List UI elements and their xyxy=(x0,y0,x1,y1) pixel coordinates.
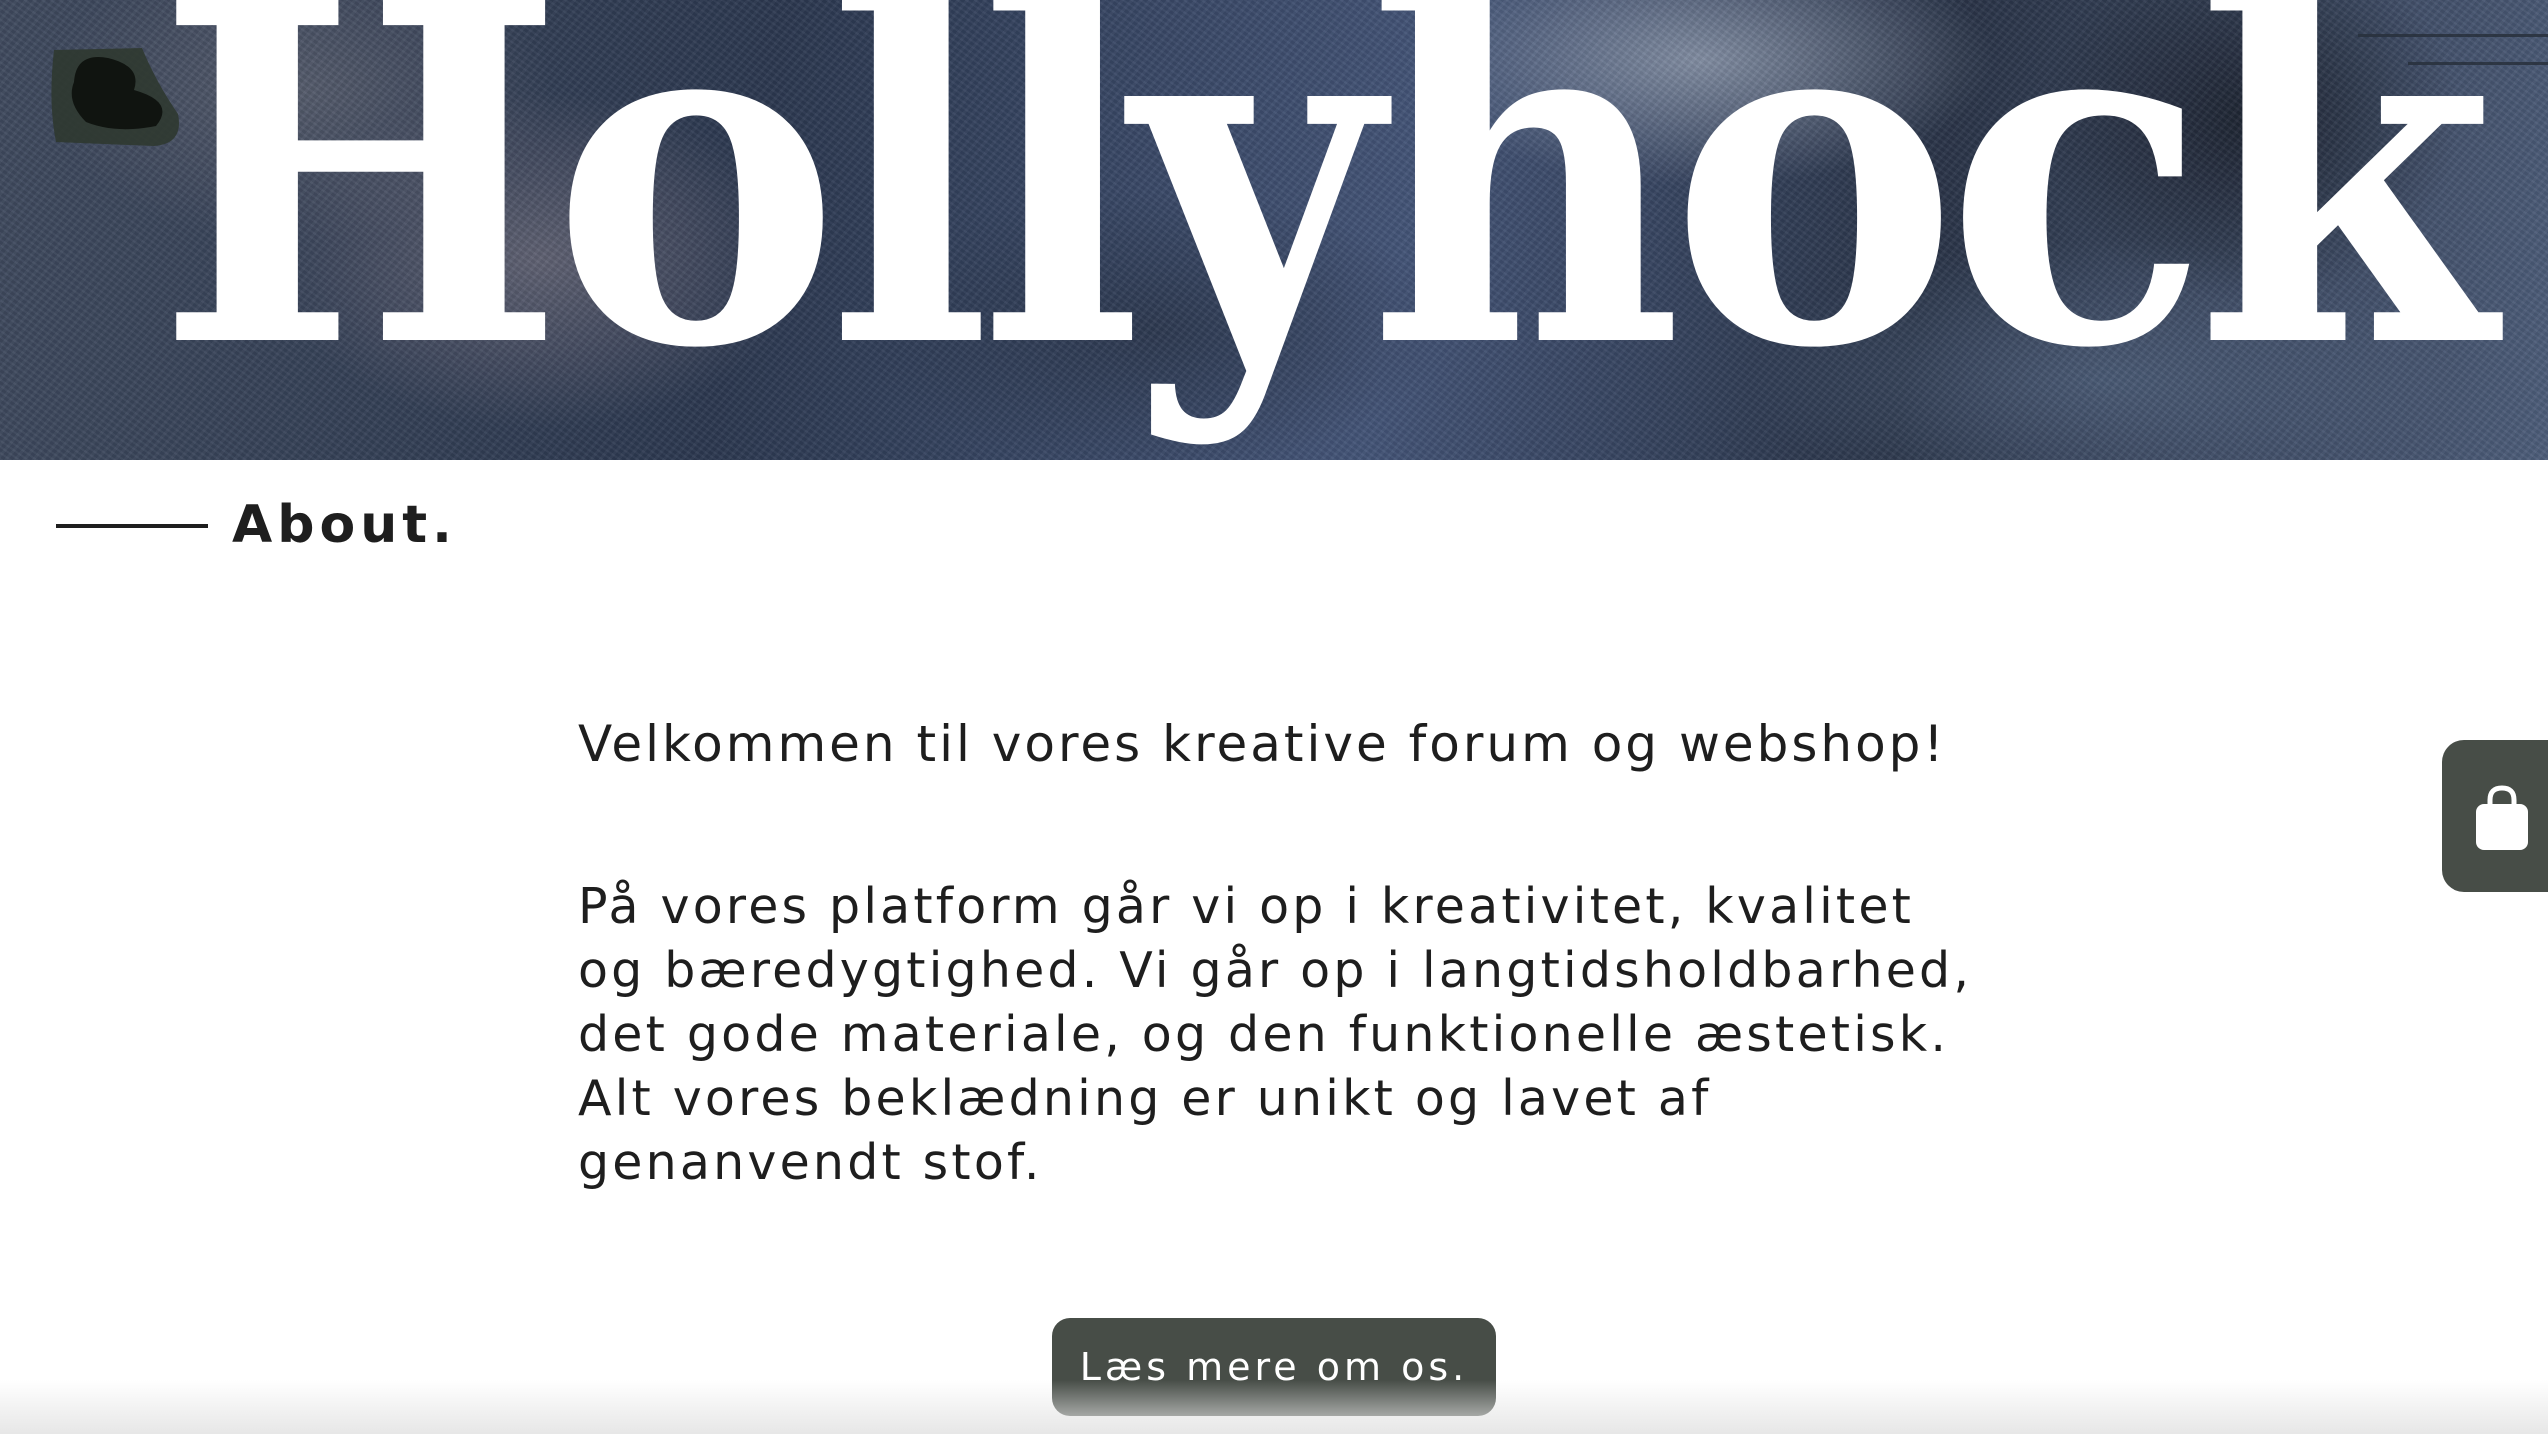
paragraph-line: det gode materiale, og den funktionelle … xyxy=(578,1006,1950,1063)
section-divider xyxy=(56,524,208,528)
cart-button[interactable] xyxy=(2442,740,2548,892)
read-more-label: Læs mere om os. xyxy=(1079,1345,1469,1389)
paragraph-line: På vores platform går vi op i kreativite… xyxy=(578,878,1915,935)
shopping-bag-icon xyxy=(2476,785,2528,850)
read-more-button[interactable]: Læs mere om os. xyxy=(1052,1318,1496,1416)
hamburger-icon xyxy=(2358,34,2548,37)
paragraph-line: genanvendt stof. xyxy=(578,1134,1043,1191)
section-heading: About. xyxy=(232,495,457,555)
hamburger-icon-line xyxy=(2408,62,2548,65)
hero-banner: Hollyhock xyxy=(0,0,2548,460)
paragraph-line: Alt vores beklædning er unikt og lavet a… xyxy=(578,1070,1712,1127)
intro-text: Velkommen til vores kreative forum og we… xyxy=(578,715,1947,773)
site-title: Hollyhock xyxy=(156,0,2495,451)
about-paragraph: På vores platform går vi op i kreativite… xyxy=(578,875,2038,1195)
hamburger-menu-button[interactable] xyxy=(2348,20,2548,80)
paragraph-line: og bæredygtighed. Vi går op i langtidsho… xyxy=(578,942,1973,999)
